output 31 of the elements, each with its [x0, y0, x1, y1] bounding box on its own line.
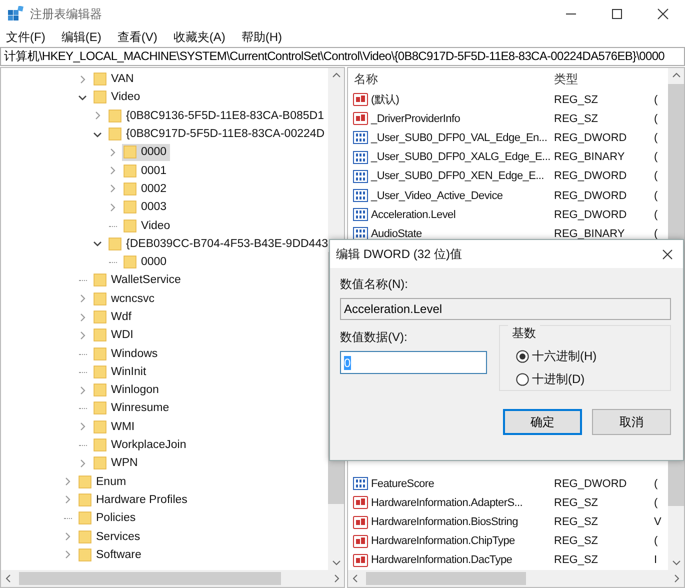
value-data-cell: (: [654, 170, 658, 182]
value-type-cell-text: REG_DWORD: [554, 190, 628, 202]
value-type-cell-text: REG_SZ: [554, 554, 600, 566]
value-data-cell: (: [654, 496, 658, 509]
value-data-cell: (: [654, 112, 658, 125]
value-type-cell-text: REG_SZ: [554, 112, 600, 125]
value-type-cell-text: REG_SZ: [554, 94, 600, 106]
value-data-cell: I: [654, 554, 658, 566]
value-data-cell: (: [654, 478, 658, 490]
value-type-cell-text: REG_DWORD: [554, 132, 628, 144]
field-label: 数值数据(V):: [340, 329, 408, 345]
value-type-cell-text: REG_BINARY: [554, 228, 626, 240]
value-type-cell-text: REG_DWORD: [554, 170, 628, 182]
value-type-cell-text: REG_BINARY: [554, 151, 626, 164]
value-data-cell: (: [654, 151, 658, 164]
value-data-cell: (: [654, 132, 658, 144]
group-title: 基数: [508, 325, 540, 342]
value-type-cell-text: REG_SZ: [554, 535, 600, 548]
value-type-cell-text: REG_SZ: [554, 496, 600, 509]
dialog-title: 编辑 DWORD (32 位)值: [336, 246, 462, 262]
value-data-cell: (: [654, 228, 658, 240]
value-data-cell: (: [654, 208, 658, 221]
value-type-cell-text: REG_DWORD: [554, 478, 628, 490]
window-title: 注册表编辑器: [30, 6, 102, 22]
field-label: 数值名称(N):: [340, 276, 409, 292]
value-type-cell-text: REG_DWORD: [554, 208, 628, 221]
value-data-cell: V: [654, 516, 662, 528]
value-data-cell: (: [654, 94, 658, 106]
value-type-cell-text: REG_SZ: [554, 516, 600, 528]
value-data-cell: (: [654, 190, 658, 202]
value-data-cell: (: [654, 535, 658, 548]
